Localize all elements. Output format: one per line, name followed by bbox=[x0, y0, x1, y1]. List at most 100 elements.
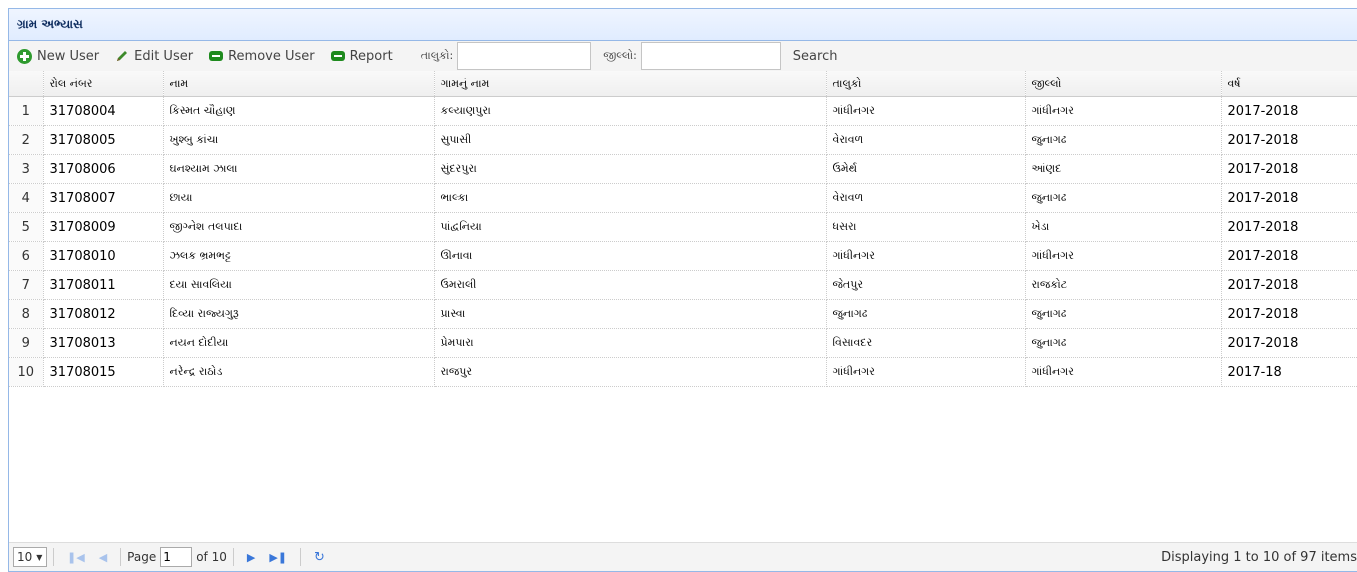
cell-roll-number[interactable]: 31708010 bbox=[43, 241, 164, 271]
cell-district[interactable]: આંણદ bbox=[1025, 154, 1222, 184]
separator bbox=[53, 548, 54, 566]
cell-village[interactable]: સુંદરપુરા bbox=[434, 154, 827, 184]
cell-taluka[interactable]: ગાંધીનગર bbox=[826, 357, 1026, 387]
cell-roll-number[interactable]: 31708009 bbox=[43, 212, 164, 242]
cell-village[interactable]: પાંદ્વનિયા bbox=[434, 212, 827, 242]
column-header-village[interactable]: ગામનું નામ bbox=[434, 71, 827, 97]
cell-village[interactable]: સુપાસી bbox=[434, 125, 827, 155]
table-row[interactable]: 3 31708006 ઘનશ્યામ ઝાલા સુંદરપુરા ઉમેર્થ આંણદ… bbox=[9, 154, 1357, 184]
new-user-button[interactable]: New User bbox=[17, 48, 99, 64]
cell-name[interactable]: છાયા bbox=[163, 183, 435, 213]
next-page-icon[interactable]: ▶ bbox=[247, 551, 255, 564]
cell-district[interactable]: જુનાગઢ bbox=[1025, 328, 1222, 358]
cell-roll-number[interactable]: 31708015 bbox=[43, 357, 164, 387]
cell-year[interactable]: 2017-2018 bbox=[1221, 270, 1357, 300]
cell-taluka[interactable]: જેતપુર bbox=[826, 270, 1026, 300]
cell-village[interactable]: કલ્યાણપુરા bbox=[434, 96, 827, 126]
column-header-name[interactable]: નામ bbox=[163, 71, 435, 97]
cell-village[interactable]: ઉમરાલી bbox=[434, 270, 827, 300]
table-row[interactable]: 8 31708012 દિવ્યા રાજ્યગુરૂ પ્રાસ્વા જુનાગઢ જ… bbox=[9, 299, 1357, 329]
page-label: Page bbox=[127, 550, 157, 564]
cell-name[interactable]: ખુશ્બુ કાંચા bbox=[163, 125, 435, 155]
cell-year[interactable]: 2017-2018 bbox=[1221, 154, 1357, 184]
cell-village[interactable]: પ્રેમપારા bbox=[434, 328, 827, 358]
cell-year[interactable]: 2017-2018 bbox=[1221, 241, 1357, 271]
cell-roll-number[interactable]: 31708006 bbox=[43, 154, 164, 184]
cell-name[interactable]: દયા સાવલિયા bbox=[163, 270, 435, 300]
cell-roll-number[interactable]: 31708004 bbox=[43, 96, 164, 126]
cell-district[interactable]: રાજકોટ bbox=[1025, 270, 1222, 300]
cell-name[interactable]: જીગ્નેશ તલપાદા bbox=[163, 212, 435, 242]
page-size-select[interactable]: 10 ▼ bbox=[13, 547, 47, 567]
cell-village[interactable]: ઊનાવા bbox=[434, 241, 827, 271]
search-button[interactable]: Search bbox=[793, 49, 838, 64]
row-number: 4 bbox=[9, 183, 44, 213]
cell-name[interactable]: ઘનશ્યામ ઝાલા bbox=[163, 154, 435, 184]
cell-district[interactable]: ગાંધીનગર bbox=[1025, 357, 1222, 387]
cell-village[interactable]: ભાલ્કા bbox=[434, 183, 827, 213]
cell-district[interactable]: જુનાગઢ bbox=[1025, 183, 1222, 213]
table-row[interactable]: 6 31708010 ઝલક ભ્રમભટ્ટ ઊનાવા ગાંધીનગર ગાંધીન… bbox=[9, 241, 1357, 271]
cell-district[interactable]: ગાંધીનગર bbox=[1025, 241, 1222, 271]
cell-taluka[interactable]: વેરાવળ bbox=[826, 125, 1026, 155]
cell-name[interactable]: દિવ્યા રાજ્યગુરૂ bbox=[163, 299, 435, 329]
cell-district[interactable]: જુનાગઢ bbox=[1025, 125, 1222, 155]
cell-district[interactable]: ગાંધીનગર bbox=[1025, 96, 1222, 126]
cell-taluka[interactable]: ઉમેર્થ bbox=[826, 154, 1026, 184]
edit-user-button[interactable]: Edit User bbox=[115, 49, 193, 64]
cell-taluka[interactable]: ગાંધીનગર bbox=[826, 96, 1026, 126]
cell-district[interactable]: જુનાગઢ bbox=[1025, 299, 1222, 329]
remove-user-button[interactable]: Remove User bbox=[209, 49, 315, 64]
first-page-icon[interactable]: ❚◀ bbox=[67, 551, 85, 564]
cell-village[interactable]: રાજપુર bbox=[434, 357, 827, 387]
cell-year[interactable]: 2017-2018 bbox=[1221, 328, 1357, 358]
report-button[interactable]: Report bbox=[330, 49, 393, 64]
cell-taluka[interactable]: ધસરા bbox=[826, 212, 1026, 242]
cell-taluka[interactable]: જુનાગઢ bbox=[826, 299, 1026, 329]
prev-page-icon[interactable]: ◀ bbox=[99, 551, 107, 564]
remove-user-label: Remove User bbox=[228, 48, 315, 64]
table-row[interactable]: 2 31708005 ખુશ્બુ કાંચા સુપાસી વેરાવળ જુનાગઢ 2… bbox=[9, 125, 1357, 155]
last-page-icon[interactable]: ▶❚ bbox=[269, 551, 287, 564]
cell-roll-number[interactable]: 31708013 bbox=[43, 328, 164, 358]
cell-year[interactable]: 2017-2018 bbox=[1221, 125, 1357, 155]
cell-village[interactable]: પ્રાસ્વા bbox=[434, 299, 827, 329]
cell-roll-number[interactable]: 31708005 bbox=[43, 125, 164, 155]
column-header-district[interactable]: જીલ્લો bbox=[1025, 71, 1222, 97]
edit-icon bbox=[115, 49, 129, 63]
page-number-input[interactable] bbox=[160, 547, 193, 567]
table-row[interactable]: 7 31708011 દયા સાવલિયા ઉમરાલી જેતપુર રાજકોટ 20… bbox=[9, 270, 1357, 300]
table-row[interactable]: 9 31708013 નયન દોદીયા પ્રેમપારા વિસાવદર જુનાગ… bbox=[9, 328, 1357, 358]
column-header-roll[interactable]: રોલ નંબર bbox=[43, 71, 164, 97]
column-header-year[interactable]: વર્ષ bbox=[1221, 71, 1357, 97]
column-header-taluka[interactable]: તાલુકો bbox=[826, 71, 1026, 97]
cell-year[interactable]: 2017-2018 bbox=[1221, 183, 1357, 213]
cell-year[interactable]: 2017-2018 bbox=[1221, 96, 1357, 126]
table-row[interactable]: 1 31708004 કિસ્મત ચૌહાણ કલ્યાણપુરા ગાંધીનગર ગ… bbox=[9, 96, 1357, 126]
table-row[interactable]: 10 31708015 નરેન્દ્ર રાઠોડ રાજપુર ગાંધીનગર ગા… bbox=[9, 357, 1357, 387]
cell-year[interactable]: 2017-2018 bbox=[1221, 212, 1357, 242]
cell-taluka[interactable]: વેરાવળ bbox=[826, 183, 1026, 213]
table-row[interactable]: 5 31708009 જીગ્નેશ તલપાદા પાંદ્વનિયા ધસરા ખેડ… bbox=[9, 212, 1357, 242]
toolbar: New User Edit User Remove User Report તા… bbox=[9, 41, 1357, 72]
cell-year[interactable]: 2017-18 bbox=[1221, 357, 1357, 387]
table-body: 1 31708004 કિસ્મત ચૌહાણ કલ્યાણપુરા ગાંધીનગર ગ… bbox=[9, 96, 1357, 387]
cell-roll-number[interactable]: 31708012 bbox=[43, 299, 164, 329]
cell-taluka[interactable]: ગાંધીનગર bbox=[826, 241, 1026, 271]
separator bbox=[120, 548, 122, 566]
cell-roll-number[interactable]: 31708007 bbox=[43, 183, 164, 213]
cell-name[interactable]: કિસ્મત ચૌહાણ bbox=[163, 96, 435, 126]
cell-name[interactable]: નયન દોદીયા bbox=[163, 328, 435, 358]
cell-name[interactable]: ઝલક ભ્રમભટ્ટ bbox=[163, 241, 435, 271]
table-row[interactable]: 4 31708007 છાયા ભાલ્કા વેરાવળ જુનાગઢ 2017-2018 bbox=[9, 183, 1357, 213]
cell-district[interactable]: ખેડા bbox=[1025, 212, 1222, 242]
page-total-label: of 10 bbox=[196, 550, 227, 564]
cell-year[interactable]: 2017-2018 bbox=[1221, 299, 1357, 329]
refresh-icon[interactable]: ↻ bbox=[314, 550, 325, 565]
cell-name[interactable]: નરેન્દ્ર રાઠોડ bbox=[163, 357, 435, 387]
cell-roll-number[interactable]: 31708011 bbox=[43, 270, 164, 300]
taluka-filter-input[interactable] bbox=[457, 42, 592, 70]
row-number: 5 bbox=[9, 212, 44, 242]
cell-taluka[interactable]: વિસાવદર bbox=[826, 328, 1026, 358]
district-filter-input[interactable] bbox=[640, 42, 781, 70]
